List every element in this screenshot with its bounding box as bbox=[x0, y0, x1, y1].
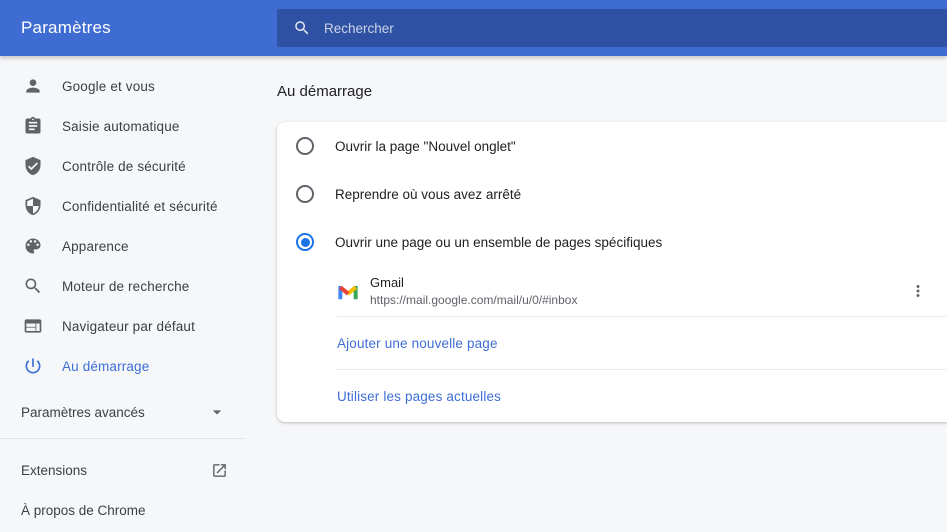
advanced-label: Paramètres avancés bbox=[21, 405, 145, 420]
sidebar-item-label: Apparence bbox=[62, 239, 129, 254]
gmail-favicon bbox=[337, 281, 359, 301]
option-label: Ouvrir une page ou un ensemble de pages … bbox=[335, 235, 662, 250]
person-icon bbox=[23, 76, 43, 96]
settings-search-bar[interactable] bbox=[277, 9, 947, 47]
browser-icon bbox=[23, 316, 43, 336]
sidebar-item-label: Google et vous bbox=[62, 79, 155, 94]
palette-icon bbox=[23, 236, 43, 256]
settings-sidebar: Google et vous Saisie automatique Contrô… bbox=[0, 56, 245, 532]
option-label: Reprendre où vous avez arrêté bbox=[335, 187, 521, 202]
main-content: Au démarrage Ouvrir la page "Nouvel ongl… bbox=[277, 56, 947, 532]
sidebar-item-extensions[interactable]: Extensions bbox=[0, 450, 245, 490]
more-options-button[interactable] bbox=[906, 279, 930, 303]
option-open-specific-pages[interactable]: Ouvrir une page ou un ensemble de pages … bbox=[277, 218, 947, 266]
search-icon bbox=[23, 276, 43, 296]
sidebar-item-parametres-avances[interactable]: Paramètres avancés bbox=[0, 392, 245, 432]
sidebar-item-label: Moteur de recherche bbox=[62, 279, 189, 294]
chevron-down-icon bbox=[207, 402, 227, 422]
sidebar-footer: Extensions À propos de Chrome bbox=[0, 439, 245, 530]
sidebar-item-label: Au démarrage bbox=[62, 359, 149, 374]
shield-check-icon bbox=[23, 156, 43, 176]
power-icon bbox=[23, 356, 43, 376]
radio-button-unselected[interactable] bbox=[296, 185, 314, 203]
sidebar-item-moteur-recherche[interactable]: Moteur de recherche bbox=[0, 266, 245, 306]
on-startup-card: Ouvrir la page "Nouvel onglet" Reprendre… bbox=[277, 122, 947, 422]
radio-button-selected[interactable] bbox=[296, 233, 314, 251]
sidebar-item-au-demarrage[interactable]: Au démarrage bbox=[0, 346, 245, 386]
option-label: Ouvrir la page "Nouvel onglet" bbox=[335, 139, 516, 154]
sidebar-item-label: Contrôle de sécurité bbox=[62, 159, 186, 174]
sidebar-item-controle-securite[interactable]: Contrôle de sécurité bbox=[0, 146, 245, 186]
radio-button-unselected[interactable] bbox=[296, 137, 314, 155]
settings-header: Paramètres bbox=[0, 0, 947, 56]
more-vert-icon bbox=[909, 282, 927, 300]
autofill-icon bbox=[23, 116, 43, 136]
sidebar-item-apparence[interactable]: Apparence bbox=[0, 226, 245, 266]
section-title: Au démarrage bbox=[277, 82, 947, 102]
sidebar-item-a-propos[interactable]: À propos de Chrome bbox=[0, 490, 245, 530]
sidebar-item-label: Saisie automatique bbox=[62, 119, 180, 134]
sidebar-item-saisie-automatique[interactable]: Saisie automatique bbox=[0, 106, 245, 146]
about-label: À propos de Chrome bbox=[21, 503, 146, 518]
extensions-label: Extensions bbox=[21, 463, 87, 478]
add-new-page-link[interactable]: Ajouter une nouvelle page bbox=[277, 317, 947, 369]
startup-page-url: https://mail.google.com/mail/u/0/#inbox bbox=[370, 293, 577, 307]
sidebar-item-label: Confidentialité et sécurité bbox=[62, 199, 218, 214]
startup-page-info: Gmail https://mail.google.com/mail/u/0/#… bbox=[370, 275, 577, 307]
option-continue-where-left-off[interactable]: Reprendre où vous avez arrêté bbox=[277, 170, 947, 218]
option-new-tab-page[interactable]: Ouvrir la page "Nouvel onglet" bbox=[277, 122, 947, 170]
sidebar-item-google-et-vous[interactable]: Google et vous bbox=[0, 66, 245, 106]
page-title: Paramètres bbox=[21, 0, 111, 56]
startup-page-row-gmail: Gmail https://mail.google.com/mail/u/0/#… bbox=[277, 266, 947, 316]
sidebar-item-navigateur-defaut[interactable]: Navigateur par défaut bbox=[0, 306, 245, 346]
startup-page-title: Gmail bbox=[370, 275, 577, 290]
sidebar-item-confidentialite[interactable]: Confidentialité et sécurité bbox=[0, 186, 245, 226]
open-in-new-icon bbox=[211, 462, 228, 479]
use-current-pages-link[interactable]: Utiliser les pages actuelles bbox=[277, 370, 947, 422]
shield-icon bbox=[23, 196, 43, 216]
search-icon bbox=[293, 19, 311, 37]
sidebar-item-label: Navigateur par défaut bbox=[62, 319, 195, 334]
search-input[interactable] bbox=[324, 21, 947, 36]
